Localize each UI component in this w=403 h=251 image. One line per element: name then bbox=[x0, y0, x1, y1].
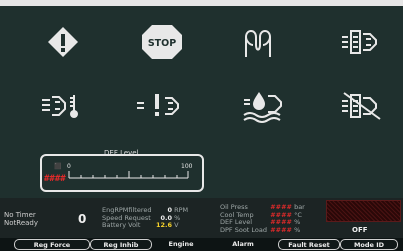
reg-inhib-button[interactable]: Reg Inhib bbox=[90, 239, 152, 250]
mode-indicator-panel bbox=[326, 200, 401, 222]
reg-force-button[interactable]: Reg Force bbox=[14, 239, 90, 250]
def-level-pointer: ⬛ bbox=[54, 162, 62, 170]
tab-engine[interactable]: Engine bbox=[160, 239, 202, 250]
engine-display-screen: STOP DEF Level 0 100 ⬛ #### No Timer Not… bbox=[0, 0, 403, 251]
engine-readout-row: Battery Volt 12.6 V bbox=[102, 221, 179, 229]
sensor-readout-row: DPF Soot Load #### % bbox=[220, 225, 301, 234]
soft-key-bar: Reg Force Reg Inhib Engine Alarm Fault R… bbox=[0, 238, 403, 251]
def-level-max-label: 100 bbox=[181, 163, 193, 170]
status-bar: No Timer NotReady 0 EngRPMfiltered 0 RPM … bbox=[0, 198, 403, 238]
timer-line-2: NotReady bbox=[4, 219, 38, 227]
exhaust-temperature-icon[interactable] bbox=[40, 91, 84, 121]
sensor-readouts: Oil Press #### bar Cool Temp #### °C DEF L… bbox=[220, 203, 305, 234]
dpf-filter-icon[interactable] bbox=[340, 28, 380, 56]
stop-icon[interactable]: STOP bbox=[140, 23, 184, 61]
tab-alarm[interactable]: Alarm bbox=[222, 239, 264, 250]
def-level-value: #### bbox=[44, 174, 66, 184]
glow-plug-icon[interactable] bbox=[240, 25, 276, 59]
engine-readouts: EngRPMfiltered 0 RPM Speed Request 0.0 % B… bbox=[102, 206, 188, 230]
def-level-min-label: 0 bbox=[67, 163, 71, 170]
fault-reset-button[interactable]: Fault Reset bbox=[278, 239, 340, 250]
water-in-fuel-icon[interactable] bbox=[242, 88, 286, 124]
def-level-scale: 0 100 ⬛ #### bbox=[44, 162, 193, 184]
svg-text:STOP: STOP bbox=[148, 38, 176, 49]
timer-status: No Timer NotReady bbox=[4, 211, 38, 227]
mode-id-button[interactable]: Mode ID bbox=[340, 239, 398, 250]
filter-warning-icon[interactable] bbox=[135, 91, 185, 121]
warning-diamond-icon[interactable] bbox=[46, 25, 80, 59]
regen-inhibit-icon[interactable] bbox=[340, 90, 384, 122]
def-level-gauge[interactable]: 0 100 ⬛ #### bbox=[40, 154, 204, 192]
mode-state: OFF bbox=[352, 226, 368, 234]
counter-value: 0 bbox=[78, 212, 87, 226]
timer-line-1: No Timer bbox=[4, 211, 36, 219]
